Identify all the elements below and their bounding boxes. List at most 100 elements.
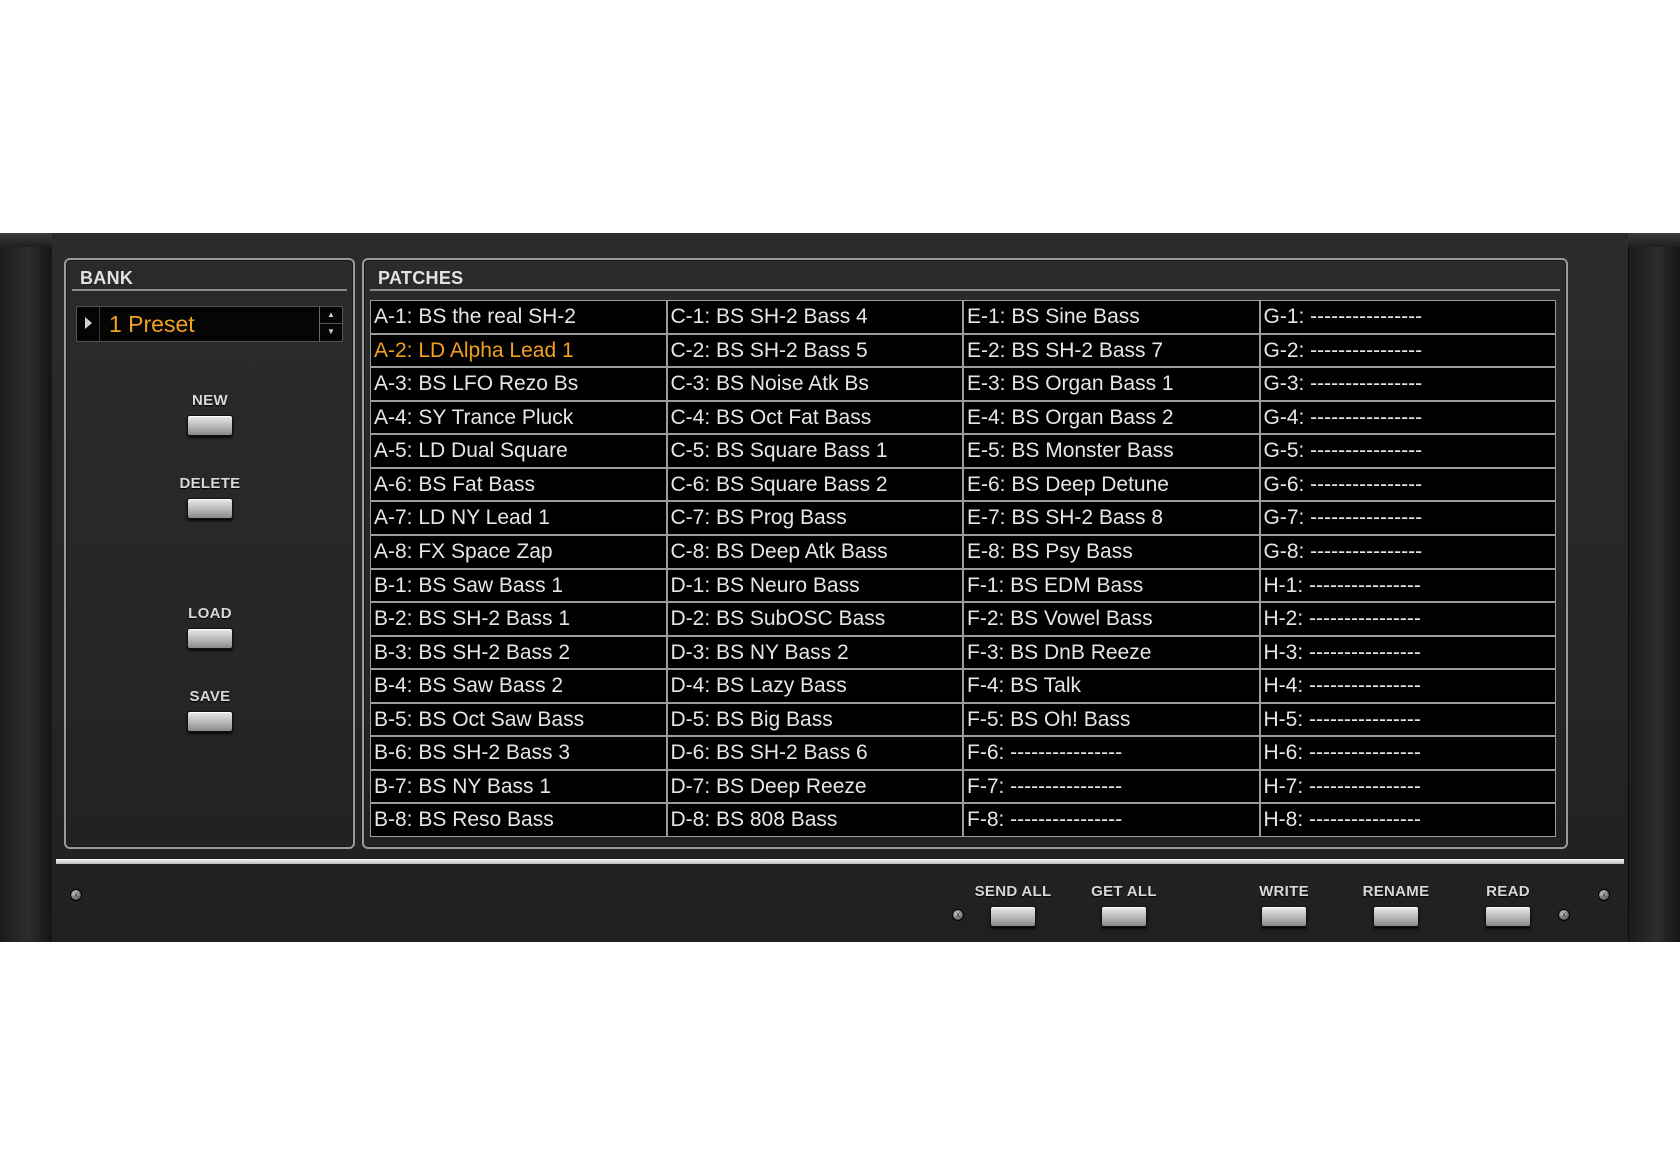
read-control: READ: [1448, 883, 1568, 927]
patch-cell[interactable]: F-2: BS Vowel Bass: [964, 603, 1259, 635]
patch-cell[interactable]: F-7: ----------------: [964, 770, 1259, 803]
save-button[interactable]: [187, 711, 233, 732]
patch-cell[interactable]: B-6: BS SH-2 Bass 3: [371, 737, 666, 769]
patch-cell[interactable]: E-5: BS Monster Bass: [964, 435, 1259, 467]
patch-librarian-panel: BANK 1 Preset ▲ ▼ NEW DELETE LOAD SAVE P…: [0, 233, 1680, 942]
patch-cell[interactable]: G-5: ----------------: [1260, 435, 1555, 467]
patch-cell[interactable]: H-6: ----------------: [1260, 737, 1555, 769]
new-button[interactable]: [187, 415, 233, 436]
load-label: LOAD: [188, 605, 232, 622]
patch-cell[interactable]: A-5: LD Dual Square: [371, 435, 666, 467]
patch-cell[interactable]: B-3: BS SH-2 Bass 2: [371, 636, 666, 669]
patch-cell[interactable]: H-7: ----------------: [1260, 770, 1555, 803]
patch-cell[interactable]: F-3: BS DnB Reeze: [964, 636, 1259, 669]
patch-cell[interactable]: D-8: BS 808 Bass: [667, 804, 962, 836]
patch-cell[interactable]: D-5: BS Big Bass: [667, 703, 962, 736]
patch-cell[interactable]: D-2: BS SubOSC Bass: [667, 603, 962, 635]
rename-button[interactable]: [1373, 906, 1419, 927]
patch-cell[interactable]: A-7: LD NY Lead 1: [371, 502, 666, 534]
send-all-button[interactable]: [990, 906, 1036, 927]
patch-cell[interactable]: B-4: BS Saw Bass 2: [371, 670, 666, 702]
patch-cell[interactable]: B-2: BS SH-2 Bass 1: [371, 603, 666, 635]
patch-cell[interactable]: A-1: BS the real SH-2: [371, 301, 666, 333]
chevron-up-icon[interactable]: ▲: [320, 307, 342, 324]
send-all-label: SEND ALL: [974, 883, 1052, 900]
patch-cell[interactable]: G-6: ----------------: [1260, 468, 1555, 501]
patch-cell[interactable]: G-2: ----------------: [1260, 334, 1555, 367]
caret-right-icon[interactable]: [85, 317, 92, 329]
patch-cell[interactable]: G-1: ----------------: [1260, 301, 1555, 333]
get-all-control: GET ALL: [1064, 883, 1184, 927]
bank-title: BANK: [80, 268, 134, 288]
patch-cell[interactable]: E-3: BS Organ Bass 1: [964, 368, 1259, 400]
patch-cell[interactable]: D-7: BS Deep Reeze: [667, 770, 962, 803]
load-button[interactable]: [187, 628, 233, 649]
patch-cell[interactable]: D-1: BS Neuro Bass: [667, 569, 962, 602]
patches-title-divider: [370, 289, 1560, 291]
bank-select[interactable]: 1 Preset ▲ ▼: [76, 306, 343, 342]
patch-cell[interactable]: C-3: BS Noise Atk Bs: [667, 368, 962, 400]
patch-cell[interactable]: H-1: ----------------: [1260, 569, 1555, 602]
patch-cell[interactable]: E-8: BS Psy Bass: [964, 535, 1259, 568]
patch-cell[interactable]: F-1: BS EDM Bass: [964, 569, 1259, 602]
patch-cell[interactable]: D-4: BS Lazy Bass: [667, 670, 962, 702]
patch-cell[interactable]: C-2: BS SH-2 Bass 5: [667, 334, 962, 367]
patch-cell[interactable]: B-7: BS NY Bass 1: [371, 770, 666, 803]
screw-icon: x: [1598, 889, 1610, 901]
patch-cell[interactable]: F-8: ----------------: [964, 804, 1259, 836]
patch-cell[interactable]: B-1: BS Saw Bass 1: [371, 569, 666, 602]
patch-cell[interactable]: E-2: BS SH-2 Bass 7: [964, 334, 1259, 367]
patch-cell[interactable]: A-4: SY Trance Pluck: [371, 401, 666, 434]
bank-select-value[interactable]: 1 Preset: [109, 311, 195, 338]
patch-cell[interactable]: E-4: BS Organ Bass 2: [964, 401, 1259, 434]
write-button[interactable]: [1261, 906, 1307, 927]
patch-cell[interactable]: H-8: ----------------: [1260, 804, 1555, 836]
patch-cell[interactable]: H-5: ----------------: [1260, 703, 1555, 736]
delete-label: DELETE: [179, 475, 241, 492]
patch-cell[interactable]: H-4: ----------------: [1260, 670, 1555, 702]
patch-cell[interactable]: F-5: BS Oh! Bass: [964, 703, 1259, 736]
patch-cell[interactable]: E-1: BS Sine Bass: [964, 301, 1259, 333]
patch-cell[interactable]: G-4: ----------------: [1260, 401, 1555, 434]
patch-cell[interactable]: H-2: ----------------: [1260, 603, 1555, 635]
patch-cell[interactable]: C-4: BS Oct Fat Bass: [667, 401, 962, 434]
patch-cell[interactable]: D-3: BS NY Bass 2: [667, 636, 962, 669]
patch-cell[interactable]: D-6: BS SH-2 Bass 6: [667, 737, 962, 769]
patch-cell[interactable]: C-6: BS Square Bass 2: [667, 468, 962, 501]
right-rail-cap: [1628, 233, 1680, 247]
patch-cell[interactable]: A-6: BS Fat Bass: [371, 468, 666, 501]
patch-cell[interactable]: C-5: BS Square Bass 1: [667, 435, 962, 467]
delete-control: DELETE: [150, 475, 270, 519]
patch-cell[interactable]: C-1: BS SH-2 Bass 4: [667, 301, 962, 333]
patch-cell[interactable]: E-7: BS SH-2 Bass 8: [964, 502, 1259, 534]
patch-cell[interactable]: B-8: BS Reso Bass: [371, 804, 666, 836]
patch-cell[interactable]: A-3: BS LFO Rezo Bs: [371, 368, 666, 400]
left-side-rail: [0, 233, 53, 942]
footer-divider: [56, 859, 1624, 864]
patch-cell[interactable]: G-7: ----------------: [1260, 502, 1555, 534]
bank-stepper[interactable]: ▲ ▼: [319, 307, 342, 341]
patch-cell[interactable]: F-4: BS Talk: [964, 670, 1259, 702]
bank-section: BANK 1 Preset ▲ ▼ NEW DELETE LOAD SAVE: [64, 258, 355, 849]
patch-cell[interactable]: C-7: BS Prog Bass: [667, 502, 962, 534]
patches-section: PATCHES A-1: BS the real SH-2 C-1: BS SH-…: [362, 258, 1568, 849]
read-button[interactable]: [1485, 906, 1531, 927]
patch-cell[interactable]: A-2: LD Alpha Lead 1: [371, 334, 666, 367]
patch-cell[interactable]: F-6: ----------------: [964, 737, 1259, 769]
patch-cell[interactable]: A-8: FX Space Zap: [371, 535, 666, 568]
chevron-down-icon[interactable]: ▼: [320, 324, 342, 340]
patch-cell[interactable]: E-6: BS Deep Detune: [964, 468, 1259, 501]
patch-cell[interactable]: G-3: ----------------: [1260, 368, 1555, 400]
delete-button[interactable]: [187, 498, 233, 519]
patch-cell[interactable]: G-8: ----------------: [1260, 535, 1555, 568]
get-all-label: GET ALL: [1091, 883, 1157, 900]
get-all-button[interactable]: [1101, 906, 1147, 927]
send-all-control: SEND ALL: [953, 883, 1073, 927]
patch-cell[interactable]: B-5: BS Oct Saw Bass: [371, 703, 666, 736]
patch-cell[interactable]: C-8: BS Deep Atk Bass: [667, 535, 962, 568]
load-control: LOAD: [150, 605, 270, 649]
save-control: SAVE: [150, 688, 270, 732]
patch-grid: A-1: BS the real SH-2 C-1: BS SH-2 Bass 4…: [370, 300, 1556, 837]
patch-cell[interactable]: H-3: ----------------: [1260, 636, 1555, 669]
left-rail-cap: [0, 233, 52, 247]
